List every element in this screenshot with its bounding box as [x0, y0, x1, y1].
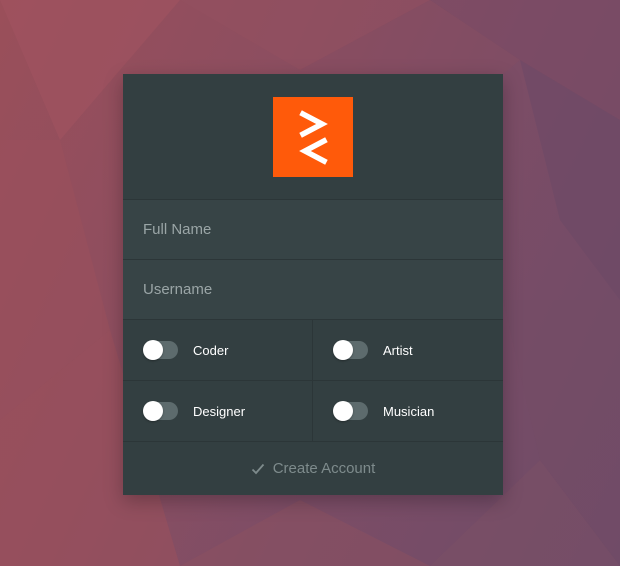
- signup-card: Coder Artist Designer Musician Create Ac…: [123, 74, 503, 495]
- toggle-knob: [333, 340, 353, 360]
- role-musician[interactable]: Musician: [313, 381, 503, 441]
- coder-label: Coder: [193, 342, 229, 358]
- toggle-knob: [143, 340, 163, 360]
- double-chevron-logo-icon: [299, 110, 328, 165]
- username-input[interactable]: [123, 260, 503, 319]
- create-account-button[interactable]: Create Account: [123, 442, 503, 495]
- card-header: [123, 74, 503, 200]
- app-logo: [273, 97, 353, 177]
- coder-toggle[interactable]: [143, 340, 178, 360]
- artist-label: Artist: [383, 342, 413, 358]
- roles-row-1: Coder Artist: [123, 320, 503, 381]
- role-designer[interactable]: Designer: [123, 381, 313, 441]
- full-name-field: [123, 200, 503, 260]
- toggle-knob: [333, 401, 353, 421]
- roles-row-2: Designer Musician: [123, 381, 503, 442]
- toggle-knob: [143, 401, 163, 421]
- role-coder[interactable]: Coder: [123, 320, 313, 380]
- role-artist[interactable]: Artist: [313, 320, 503, 380]
- username-field: [123, 260, 503, 320]
- musician-toggle[interactable]: [333, 401, 368, 421]
- designer-toggle[interactable]: [143, 401, 178, 421]
- create-account-label: Create Account: [272, 460, 376, 477]
- check-icon: [251, 463, 265, 475]
- musician-label: Musician: [383, 403, 435, 419]
- full-name-input[interactable]: [123, 200, 503, 259]
- designer-label: Designer: [193, 403, 246, 419]
- artist-toggle[interactable]: [333, 340, 368, 360]
